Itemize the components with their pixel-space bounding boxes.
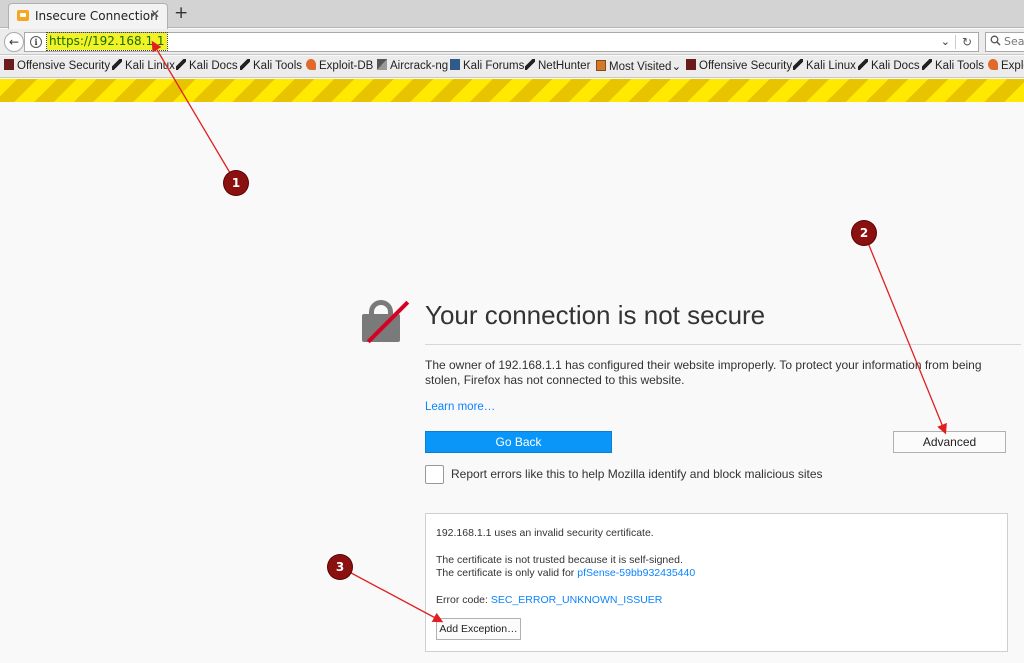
url-divider [955, 35, 956, 49]
valid-for-text: The certificate is only valid for pfSens… [436, 567, 695, 579]
kali-dragon-icon [793, 59, 803, 70]
self-signed-text: The certificate is not trusted because i… [436, 554, 683, 566]
error-description: The owner of 192.168.1.1 has configured … [425, 358, 982, 387]
bookmark-item[interactable]: Offensive Security [4, 59, 110, 72]
bookmark-label: Exploit-DB [319, 60, 374, 72]
site-info-icon[interactable]: i [30, 36, 42, 48]
bookmark-label: Exploi [1001, 60, 1024, 72]
bookmark-label: Kali Tools [253, 60, 303, 72]
error-code-line: Error code: SEC_ERROR_UNKNOWN_ISSUER [436, 594, 662, 606]
bookmark-item[interactable]: Kali Tools [240, 59, 302, 72]
offensive-security-icon [686, 59, 696, 70]
navigation-toolbar: ← i https://192.168.1.1 ⌄ ↻ Sear [0, 29, 1024, 55]
browser-window: Insecure Connection ✕ + ← i https://192.… [0, 0, 1024, 663]
tab-insecure-connection[interactable]: Insecure Connection ✕ [8, 3, 168, 29]
chevron-down-icon[interactable]: ⌄ [941, 35, 950, 48]
bookmark-item[interactable]: Aircrack-ng [377, 59, 448, 72]
bookmark-label: Aircrack-ng [390, 60, 449, 72]
invalid-cert-text: 192.168.1.1 uses an invalid security cer… [436, 527, 654, 539]
report-errors-checkbox[interactable] [425, 465, 444, 484]
offensive-security-icon [4, 59, 14, 70]
search-bar[interactable]: Sear [985, 32, 1024, 52]
warning-favicon-icon [17, 10, 29, 21]
url-text[interactable]: https://192.168.1.1 [46, 32, 168, 51]
bookmark-item[interactable]: Offensive Security [686, 59, 792, 72]
kali-dragon-icon [525, 59, 535, 70]
report-errors-label: Report errors like this to help Mozilla … [451, 467, 823, 481]
kali-dragon-icon [112, 59, 122, 70]
valid-for-prefix: The certificate is only valid for [436, 567, 578, 579]
chevron-down-icon: ⌄ [671, 61, 682, 73]
bookmark-item[interactable]: Exploi [988, 59, 1024, 72]
bookmark-item[interactable]: Kali Linux [793, 59, 856, 72]
bookmark-label: Most Visited [609, 61, 672, 73]
bookmark-item[interactable]: Kali Forums [450, 59, 524, 72]
reload-icon[interactable]: ↻ [962, 35, 972, 49]
bookmark-label: Kali Docs [189, 60, 238, 72]
bookmark-item[interactable]: Kali Linux [112, 59, 175, 72]
search-placeholder: Sear [1004, 35, 1024, 48]
close-tab-icon[interactable]: ✕ [150, 7, 160, 21]
bookmark-label: Kali Forums [463, 60, 525, 72]
bookmark-item[interactable]: NetHunter [525, 59, 590, 72]
aircrack-icon [377, 59, 387, 70]
error-code-link[interactable]: SEC_ERROR_UNKNOWN_ISSUER [491, 594, 663, 606]
bookmark-item[interactable]: Kali Docs [858, 59, 920, 72]
add-exception-button[interactable]: Add Exception… [436, 618, 521, 640]
learn-more-link[interactable]: Learn more… [425, 401, 495, 413]
bookmark-label: NetHunter [538, 60, 591, 72]
url-bar[interactable]: i https://192.168.1.1 ⌄ ↻ [24, 32, 979, 52]
advanced-button[interactable]: Advanced [893, 431, 1006, 453]
exploit-db-icon [306, 59, 316, 70]
bookmark-label: Kali Docs [871, 60, 920, 72]
bookmark-most-visited[interactable]: Most Visited⌄ [596, 59, 681, 73]
kali-dragon-icon [240, 59, 250, 70]
annotation-marker-2: 2 [852, 221, 876, 245]
tab-title: Insecure Connection [35, 9, 158, 23]
folder-icon [596, 60, 606, 71]
advanced-details-panel: 192.168.1.1 uses an invalid security cer… [425, 513, 1008, 652]
bookmark-item[interactable]: Kali Tools [922, 59, 984, 72]
bookmark-label: Kali Linux [125, 60, 175, 72]
bookmark-label: Kali Tools [935, 60, 985, 72]
bookmark-label: Kali Linux [806, 60, 856, 72]
search-icon [990, 35, 1001, 46]
bookmark-item[interactable]: Kali Docs [176, 59, 238, 72]
new-tab-icon[interactable]: + [174, 3, 188, 23]
annotation-marker-3: 3 [328, 555, 352, 579]
error-title: Your connection is not secure [425, 300, 766, 330]
tab-strip: Insecure Connection ✕ + [0, 0, 1024, 29]
kali-dragon-icon [176, 59, 186, 70]
back-arrow-icon[interactable]: ← [4, 32, 24, 52]
kali-dragon-icon [922, 59, 932, 70]
go-back-button[interactable]: Go Back [425, 431, 612, 453]
bookmark-label: Offensive Security [17, 60, 111, 72]
kali-forums-icon [450, 59, 460, 70]
title-divider [425, 344, 1021, 345]
exploit-db-icon [988, 59, 998, 70]
kali-dragon-icon [858, 59, 868, 70]
warning-stripe [0, 79, 1024, 102]
annotation-marker-1: 1 [224, 171, 248, 195]
bookmark-item[interactable]: Exploit-DB [306, 59, 373, 72]
error-code-prefix: Error code: [436, 594, 491, 606]
bookmark-label: Offensive Security [699, 60, 793, 72]
bookmarks-toolbar: Offensive Security Kali Linux Kali Docs … [0, 56, 1024, 78]
broken-lock-icon [362, 300, 410, 344]
cert-domain-link[interactable]: pfSense-59bb932435440 [577, 567, 695, 579]
